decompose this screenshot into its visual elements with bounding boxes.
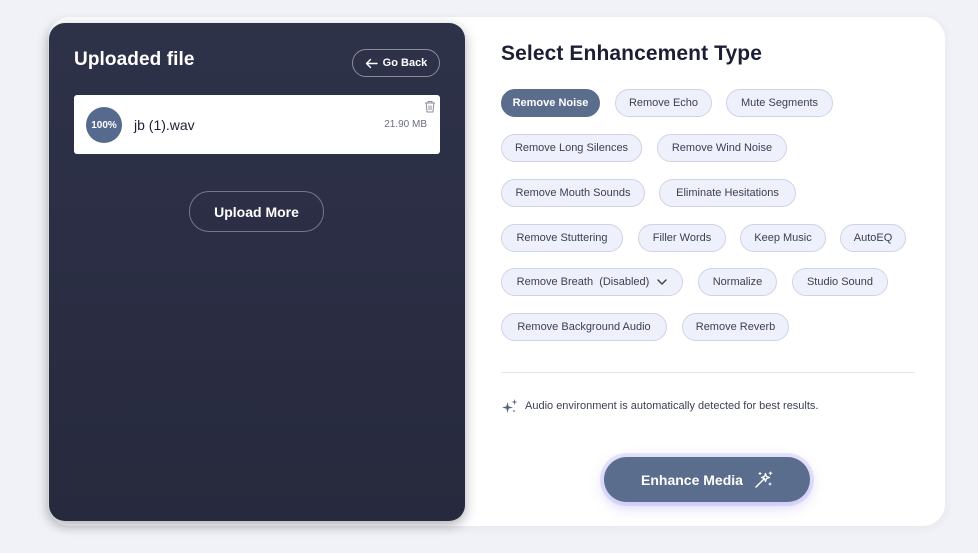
chevron-down-icon — [657, 279, 668, 285]
upload-more-button[interactable]: Upload More — [189, 191, 324, 232]
arrow-left-icon — [365, 58, 378, 68]
option-mute-segments[interactable]: Mute Segments — [726, 89, 833, 117]
option-remove-mouth-sounds[interactable]: Remove Mouth Sounds — [501, 179, 645, 207]
option-filler-words[interactable]: Filler Words — [638, 224, 726, 252]
remove-breath-label: Remove Breath (Disabled) — [516, 276, 650, 288]
enhance-media-label: Enhance Media — [641, 471, 743, 488]
info-text: Audio environment is automatically detec… — [525, 400, 819, 412]
section-title: Select Enhancement Type — [501, 42, 762, 65]
upload-progress: 100% — [86, 107, 122, 143]
option-studio-sound[interactable]: Studio Sound — [792, 268, 888, 296]
go-back-label: Go Back — [382, 57, 428, 69]
option-remove-echo[interactable]: Remove Echo — [615, 89, 712, 117]
sparkles-icon — [502, 399, 518, 413]
option-remove-noise[interactable]: Remove Noise — [501, 89, 600, 117]
option-remove-wind-noise[interactable]: Remove Wind Noise — [657, 134, 787, 162]
magic-wand-icon — [755, 470, 773, 488]
option-normalize[interactable]: Normalize — [698, 268, 777, 296]
option-remove-long-silences[interactable]: Remove Long Silences — [501, 134, 642, 162]
file-name: jb (1).wav — [134, 117, 195, 133]
option-remove-reverb[interactable]: Remove Reverb — [682, 313, 789, 341]
panel-title: Uploaded file — [74, 49, 195, 70]
file-item: 100% jb (1).wav 21.90 MB — [74, 95, 440, 154]
file-size: 21.90 MB — [384, 119, 427, 130]
option-remove-stuttering[interactable]: Remove Stuttering — [501, 224, 623, 252]
trash-icon[interactable] — [424, 100, 436, 113]
option-remove-background-audio[interactable]: Remove Background Audio — [501, 313, 667, 341]
option-autoeq[interactable]: AutoEQ — [840, 224, 906, 252]
divider — [501, 372, 915, 373]
enhance-media-button[interactable]: Enhance Media — [604, 457, 810, 502]
option-keep-music[interactable]: Keep Music — [740, 224, 826, 252]
option-eliminate-hesitations[interactable]: Eliminate Hesitations — [659, 179, 796, 207]
go-back-button[interactable]: Go Back — [352, 49, 440, 77]
uploaded-file-panel: Uploaded file Go Back 100% jb (1).wav 21… — [49, 23, 465, 521]
option-remove-breath-dropdown[interactable]: Remove Breath (Disabled) — [501, 268, 683, 296]
